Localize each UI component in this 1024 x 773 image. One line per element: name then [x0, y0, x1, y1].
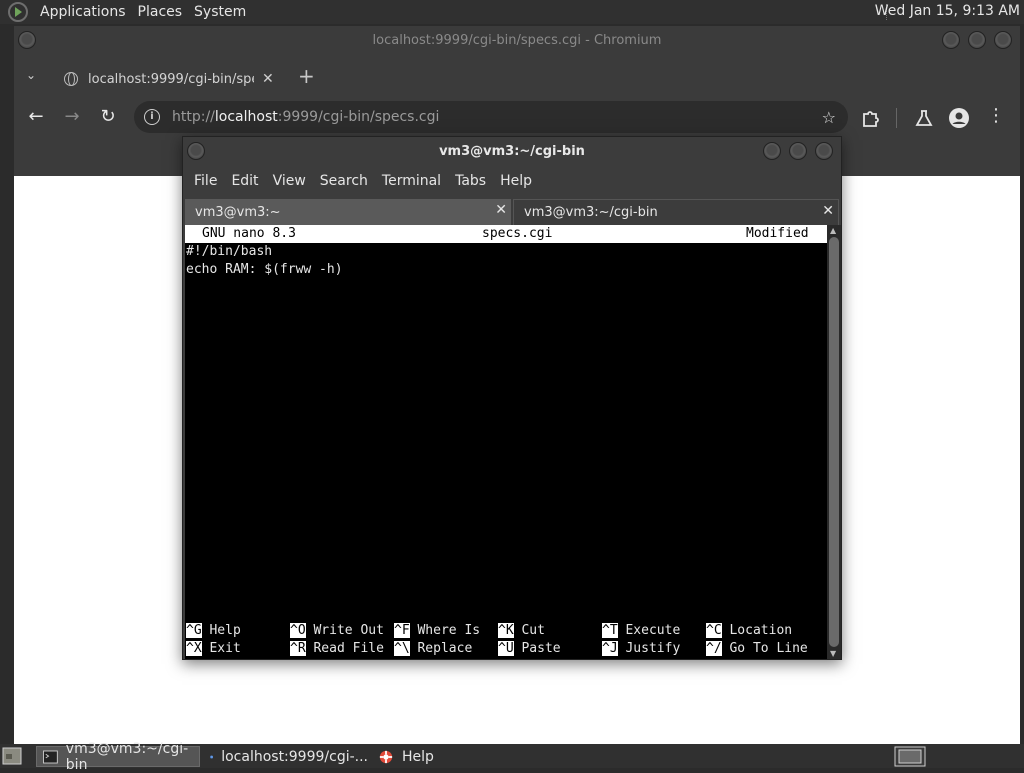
terminal-menubar: File Edit View Search Terminal Tabs Help	[183, 167, 841, 195]
taskbar-item-label: Help	[402, 748, 434, 765]
menu-applications[interactable]: Applications	[34, 4, 132, 20]
new-tab-plus-icon[interactable]: +	[298, 64, 315, 88]
url-prefix: http://	[172, 109, 215, 125]
shortcut-where-is: ^F Where Is	[394, 623, 481, 638]
terminal-tab-cgi-bin[interactable]: vm3@vm3:~/cgi-bin ✕	[513, 199, 839, 225]
close-window-button[interactable]	[994, 31, 1012, 49]
help-lifebuoy-icon	[379, 750, 393, 763]
tab-search-chevron-icon[interactable]: ⌄	[26, 68, 36, 82]
terminal-tab-bar: vm3@vm3:~ ✕ vm3@vm3:~/cgi-bin ✕	[183, 197, 841, 225]
terminal-icon	[43, 750, 58, 763]
menu-tabs[interactable]: Tabs	[448, 173, 493, 189]
clock[interactable]: Wed Jan 15, 9:13 AM	[875, 3, 1020, 19]
close-terminal-tab-icon[interactable]: ✕	[495, 202, 507, 218]
bookmark-star-icon[interactable]: ☆	[822, 108, 836, 127]
address-bar[interactable]: i http://localhost:9999/cgi-bin/specs.cg…	[134, 101, 848, 133]
chromium-titlebar[interactable]: localhost:9999/cgi-bin/specs.cgi - Chrom…	[14, 26, 1020, 56]
forward-arrow-icon[interactable]: →	[60, 106, 84, 127]
taskbar-item-label: localhost:9999/cgi-...	[221, 748, 368, 765]
browser-tab-title: localhost:9999/cgi-bin/specs.cgi	[88, 71, 254, 87]
show-desktop-icon[interactable]	[2, 747, 22, 765]
shortcut-go-to-line: ^/ Go To Line	[706, 641, 808, 656]
scroll-up-arrow-icon[interactable]: ▲	[830, 226, 836, 235]
shortcut-read-file: ^R Read File	[290, 641, 384, 656]
shortcut-write-out: ^O Write Out	[290, 623, 384, 638]
taskbar-item-terminal[interactable]: vm3@vm3:~/cgi-bin	[36, 741, 200, 773]
menu-search[interactable]: Search	[313, 173, 375, 189]
url-path: :9999/cgi-bin/specs.cgi	[277, 109, 440, 125]
nano-version: GNU nano 8.3	[202, 226, 296, 241]
terminal-close-button[interactable]	[815, 142, 833, 160]
taskbar-item-help[interactable]: Help	[372, 746, 492, 767]
editor-line-2[interactable]: echo RAM: $(frww -h)	[186, 261, 343, 279]
maximize-button[interactable]	[968, 31, 986, 49]
editor-line-1[interactable]: #!/bin/bash	[186, 243, 272, 261]
nano-modified-status: Modified	[746, 226, 809, 241]
tab-strip: ⌄ localhost:9999/cgi-bin/specs.cgi ✕ +	[14, 56, 1020, 96]
menu-system[interactable]: System	[188, 4, 252, 20]
bottom-panel: vm3@vm3:~/cgi-bin localhost:9999/cgi-...…	[0, 741, 1024, 773]
extensions-puzzle-icon[interactable]	[860, 108, 880, 128]
scrollbar-thumb[interactable]	[829, 237, 839, 647]
close-tab-icon[interactable]: ✕	[262, 71, 274, 87]
profile-avatar-icon[interactable]	[948, 107, 970, 129]
browser-toolbar: ← → ↻ i http://localhost:9999/cgi-bin/sp…	[14, 96, 1020, 140]
shortcut-help: ^G Help	[186, 623, 241, 638]
taskbar-item-chromium[interactable]: localhost:9999/cgi-...	[204, 746, 368, 767]
globe-icon	[64, 72, 78, 86]
terminal-window-title: vm3@vm3:~/cgi-bin	[439, 144, 585, 159]
menu-help[interactable]: Help	[493, 173, 539, 189]
shortcut-exit: ^X Exit	[186, 641, 241, 656]
menu-terminal[interactable]: Terminal	[375, 173, 448, 189]
nano-title-bar: GNU nano 8.3 specs.cgi Modified	[185, 225, 827, 243]
terminal-tab-home[interactable]: vm3@vm3:~ ✕	[185, 199, 511, 225]
menu-file[interactable]: File	[187, 173, 224, 189]
labs-flask-icon[interactable]	[914, 108, 934, 128]
shortcut-replace: ^\ Replace	[394, 641, 473, 656]
shortcut-location: ^C Location	[706, 623, 793, 638]
scroll-down-arrow-icon[interactable]: ▼	[830, 649, 836, 658]
menu-edit[interactable]: Edit	[224, 173, 265, 189]
more-menu-kebab-icon[interactable]: ⋮	[984, 105, 1008, 126]
terminal-tab-label: vm3@vm3:~/cgi-bin	[524, 205, 658, 220]
menu-places[interactable]: Places	[132, 4, 189, 20]
nano-editor[interactable]: GNU nano 8.3 specs.cgi Modified #!/bin/b…	[185, 225, 827, 659]
browser-tab[interactable]: localhost:9999/cgi-bin/specs.cgi ✕	[54, 62, 290, 96]
close-terminal-tab-icon[interactable]: ✕	[822, 203, 834, 219]
shortcut-cut: ^K Cut	[498, 623, 545, 638]
shortcut-execute: ^T Execute	[602, 623, 681, 638]
terminal-maximize-button[interactable]	[789, 142, 807, 160]
shortcut-paste: ^U Paste	[498, 641, 561, 656]
terminal-scrollbar[interactable]: ▲ ▼	[827, 225, 841, 659]
toolbar-separator	[896, 108, 897, 128]
workspace-switcher-icon[interactable]	[894, 746, 926, 767]
terminal-tab-label: vm3@vm3:~	[195, 204, 281, 220]
site-info-icon[interactable]: i	[144, 109, 160, 125]
url-host: localhost	[214, 109, 278, 125]
minimize-button[interactable]	[942, 31, 960, 49]
terminal-titlebar[interactable]: vm3@vm3:~/cgi-bin	[183, 137, 841, 167]
reload-icon[interactable]: ↻	[96, 106, 120, 127]
terminal-window: vm3@vm3:~/cgi-bin File Edit View Search …	[182, 136, 842, 660]
terminal-minimize-button[interactable]	[763, 142, 781, 160]
distro-logo-icon[interactable]	[8, 2, 28, 22]
nano-filename: specs.cgi	[482, 226, 553, 241]
chromium-icon	[210, 754, 214, 759]
back-arrow-icon[interactable]: ←	[24, 106, 48, 127]
menu-view[interactable]: View	[266, 173, 313, 189]
chromium-window-title: localhost:9999/cgi-bin/specs.cgi - Chrom…	[372, 33, 662, 48]
shortcut-justify: ^J Justify	[602, 641, 681, 656]
top-panel: Applications Places System Wed Jan 15, 9…	[0, 0, 1024, 24]
